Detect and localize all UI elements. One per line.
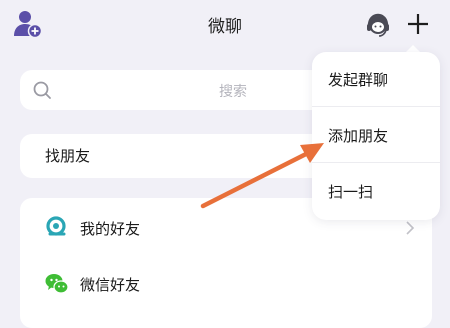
divider — [312, 106, 440, 107]
search-icon — [31, 79, 53, 101]
my-friends-icon — [44, 214, 70, 240]
search-placeholder: 搜索 — [219, 84, 247, 100]
search-bar[interactable] — [20, 70, 340, 110]
menu-item-start-group-chat[interactable]: 发起群聊 — [312, 52, 440, 106]
list-item-label: 微信好友 — [80, 276, 141, 294]
menu-item-label: 发起群聊 — [328, 71, 389, 89]
list-item-label: 我的好友 — [80, 220, 141, 238]
menu-item-label: 扫一扫 — [328, 183, 374, 201]
chevron-right-icon — [404, 220, 416, 236]
plus-icon — [408, 14, 428, 34]
more-actions-button[interactable] — [404, 10, 432, 38]
menu-item-label: 添加朋友 — [328, 127, 389, 145]
divider — [312, 162, 440, 163]
menu-item-scan[interactable]: 扫一扫 — [312, 164, 440, 218]
headset-icon — [367, 13, 389, 37]
wechat-icon — [44, 271, 70, 297]
menu-item-add-friend[interactable]: 添加朋友 — [312, 108, 440, 162]
find-friends-title: 找朋友 — [45, 147, 91, 165]
customer-service-button[interactable] — [364, 11, 392, 39]
